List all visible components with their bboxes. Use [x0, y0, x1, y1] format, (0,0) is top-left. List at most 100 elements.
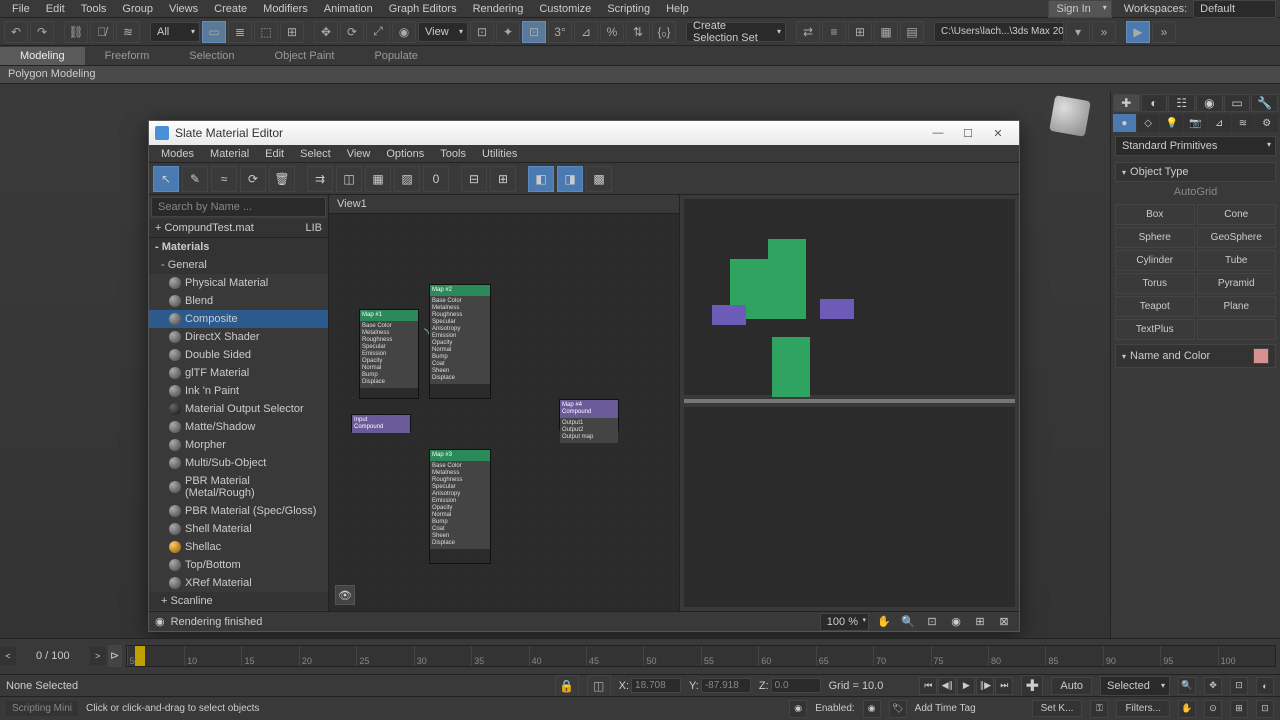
node-map2[interactable]: Map #2Base ColorMetalnessRoughnessSpecul… [429, 284, 491, 399]
prim-cone[interactable]: Cone [1197, 204, 1277, 225]
prim-torus[interactable]: Torus [1115, 273, 1195, 294]
signin-button[interactable]: Sign In [1048, 0, 1112, 18]
slate-align-v[interactable]: ⊟ [461, 166, 487, 192]
menu-group[interactable]: Group [114, 3, 161, 15]
link-button[interactable]: ⛓ [64, 21, 88, 43]
prim-textplus[interactable]: TextPlus [1115, 319, 1195, 340]
select-region-button[interactable]: ⬚ [254, 21, 278, 43]
scripting-mini[interactable]: Scripting Mini [6, 701, 78, 716]
slate-layout[interactable]: ◫ [336, 166, 362, 192]
mat-pbrspec[interactable]: PBR Material (Spec/Gloss) [149, 502, 328, 520]
prim-cylinder[interactable]: Cylinder [1115, 250, 1195, 271]
ribbon-objectpaint[interactable]: Object Paint [255, 47, 355, 65]
cmd-create-tab[interactable]: ✚ [1113, 94, 1140, 112]
setkey-button[interactable]: Set K... [1032, 700, 1083, 717]
render-more[interactable]: » [1152, 21, 1176, 43]
prev-frame[interactable]: ◀∥ [938, 677, 956, 695]
mat-morpher[interactable]: Morpher [149, 436, 328, 454]
slate-bg[interactable]: ▦ [365, 166, 391, 192]
slate-menu-material[interactable]: Material [202, 148, 257, 160]
rollout-objecttype[interactable]: Object Type [1115, 162, 1276, 182]
slate-menu-utilities[interactable]: Utilities [474, 148, 525, 160]
slate-fit-icon[interactable]: ⊡ [923, 613, 941, 631]
primitive-category[interactable]: Standard Primitives [1115, 136, 1276, 156]
axis-constraint[interactable]: ⇅ [626, 21, 650, 43]
slate-zoom-icon[interactable]: 🔍 [899, 613, 917, 631]
time-next[interactable]: > [90, 647, 106, 665]
maximize-button[interactable]: ☐ [953, 127, 983, 140]
autokey-button[interactable]: Auto [1051, 677, 1092, 695]
slate-search[interactable]: Search by Name ... [151, 197, 326, 217]
menu-grapheditors[interactable]: Graph Editors [381, 3, 465, 15]
mat-outputselector[interactable]: Material Output Selector [149, 400, 328, 418]
move-button[interactable]: ✥ [314, 21, 338, 43]
node-compound-out[interactable]: Map #4CompoundOutput1Output2Output map [559, 399, 619, 431]
autogrid-check[interactable]: AutoGrid [1115, 182, 1276, 202]
align-button[interactable]: ≡ [822, 21, 846, 43]
slate-menu-modes[interactable]: Modes [153, 148, 202, 160]
cat-spacewarps[interactable]: ≋ [1232, 114, 1255, 132]
material-properties[interactable] [684, 407, 1015, 607]
render-button[interactable]: ▶ [1126, 21, 1150, 43]
cat-lights[interactable]: 💡 [1160, 114, 1183, 132]
macro-rec-icon[interactable]: ◉ [789, 700, 807, 718]
slate-show-end[interactable]: ◨ [557, 166, 583, 192]
nav-2[interactable]: ⊙ [1204, 700, 1222, 718]
next-frame[interactable]: ∥▶ [976, 677, 994, 695]
nav-orbit-icon[interactable]: ✥ [1204, 677, 1222, 695]
menu-edit[interactable]: Edit [38, 3, 73, 15]
slate-fitall-icon[interactable]: ◉ [947, 613, 965, 631]
isolate-selection[interactable]: ◫ [587, 675, 611, 697]
spinner-snap[interactable]: % [600, 21, 624, 43]
mat-composite[interactable]: Composite [149, 310, 328, 328]
menu-file[interactable]: File [4, 3, 38, 15]
placement-button[interactable]: ◉ [392, 21, 416, 43]
slate-show-map[interactable]: ◧ [528, 166, 554, 192]
redo-button[interactable]: ↷ [30, 21, 54, 43]
mat-multisub[interactable]: Multi/Sub-Object [149, 454, 328, 472]
node-map1[interactable]: Map #1Base ColorMetalnessRoughnessSpecul… [359, 309, 419, 399]
scale-button[interactable]: ⤢ [366, 21, 390, 43]
rotate-button[interactable]: ⟳ [340, 21, 364, 43]
slate-move-children[interactable]: ⇉ [307, 166, 333, 192]
working-pivot[interactable]: {₀} [652, 21, 676, 43]
workspaces-select[interactable]: Default [1193, 0, 1276, 18]
cmd-hierarchy-tab[interactable]: ☷ [1168, 94, 1195, 112]
tree-materials[interactable]: - Materials [149, 238, 328, 256]
prim-pyramid[interactable]: Pyramid [1197, 273, 1277, 294]
cmd-modify-tab[interactable]: ◐ [1141, 94, 1168, 112]
prim-sphere[interactable]: Sphere [1115, 227, 1195, 248]
ribbon-modeling[interactable]: Modeling [0, 47, 85, 65]
coord-x-input[interactable] [631, 678, 681, 693]
ribbon-populate[interactable]: Populate [354, 47, 437, 65]
mat-doublesided[interactable]: Double Sided [149, 346, 328, 364]
cat-geometry[interactable]: ● [1113, 114, 1136, 132]
cat-shapes[interactable]: ◇ [1137, 114, 1160, 132]
manipulate-button[interactable]: ✦ [496, 21, 520, 43]
coord-z-input[interactable] [771, 678, 821, 693]
cat-systems[interactable]: ⚙ [1255, 114, 1278, 132]
material-preview[interactable] [684, 199, 1015, 395]
layer-explorer[interactable]: ⊞ [848, 21, 872, 43]
keyfilter-select[interactable]: Selected [1100, 676, 1170, 696]
nav-fov-icon[interactable]: ◐ [1256, 677, 1274, 695]
play-button[interactable]: ▶ [957, 677, 975, 695]
nav-1[interactable]: ✋ [1178, 700, 1196, 718]
key-mode-icon[interactable]: ✚ [1021, 675, 1043, 697]
mat-topbottom[interactable]: Top/Bottom [149, 556, 328, 574]
slate-bg2[interactable]: ▨ [394, 166, 420, 192]
pivot-button[interactable]: ⊡ [470, 21, 494, 43]
node-map3[interactable]: Map #3Base ColorMetalnessRoughnessSpecul… [429, 449, 491, 564]
timetag-label[interactable]: Add Time Tag [915, 703, 976, 714]
bind-button[interactable]: ≋ [116, 21, 140, 43]
tree-scanline[interactable]: + Scanline [149, 592, 328, 610]
time-config-icon[interactable]: ⊳ [108, 645, 122, 667]
mat-shellac[interactable]: Shellac [149, 538, 328, 556]
material-tree[interactable]: - Materials - General Physical Material … [149, 238, 328, 611]
slate-menu-tools[interactable]: Tools [432, 148, 474, 160]
undo-button[interactable]: ↶ [4, 21, 28, 43]
keyfilters-button[interactable]: Filters... [1116, 700, 1170, 717]
selection-filter[interactable]: All [150, 22, 200, 42]
coord-y-input[interactable] [701, 678, 751, 693]
prim-geosphere[interactable]: GeoSphere [1197, 227, 1277, 248]
